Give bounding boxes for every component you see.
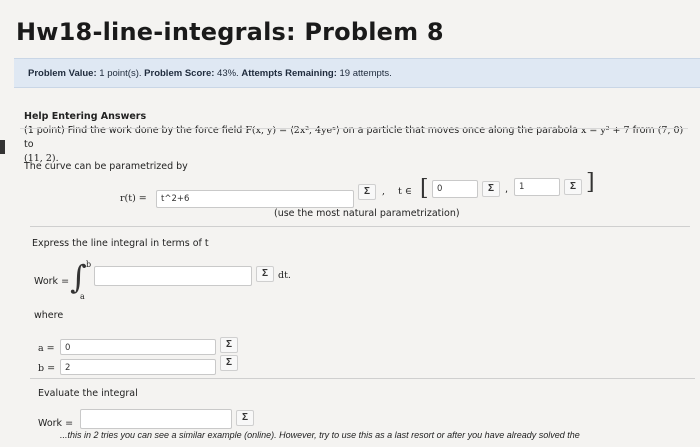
a-input[interactable]: 0 <box>60 339 216 355</box>
attempts-label: Attempts Remaining: <box>241 68 337 79</box>
edge-marker <box>0 140 5 154</box>
divider <box>20 128 688 129</box>
statement-mid: on a particle that moves once along the … <box>339 125 581 136</box>
evaluate-text: Evaluate the integral <box>38 388 138 399</box>
a-label: a = <box>38 343 55 354</box>
comma: , <box>382 186 386 197</box>
problem-statement: (1 point) Find the work done by the forc… <box>24 124 684 166</box>
express-text: Express the line integral in terms of t <box>32 238 209 249</box>
param-text: The curve can be parametrized by <box>24 161 188 172</box>
t-end-input[interactable]: 1 <box>514 178 560 196</box>
sigma-icon[interactable]: Σ <box>220 337 238 353</box>
score-text: 43%. <box>217 68 239 79</box>
comma: , <box>505 184 509 195</box>
b-input[interactable]: 2 <box>60 359 216 375</box>
upper-limit: b <box>86 260 92 269</box>
t-start-input[interactable]: 0 <box>432 180 478 198</box>
sigma-icon[interactable]: Σ <box>256 266 274 282</box>
sigma-icon[interactable]: Σ <box>358 184 376 200</box>
work-label: Work = <box>34 276 70 287</box>
attempts-text: 19 attempts. <box>339 68 392 79</box>
help-entering-answers-link[interactable]: Help Entering Answers <box>24 111 146 122</box>
hint-note: ...this in 2 tries you can see a similar… <box>60 430 580 440</box>
r-input[interactable]: t^2+6 <box>156 190 354 208</box>
param-hint: (use the most natural parametrization) <box>274 208 460 219</box>
statement-from: from <box>629 125 658 136</box>
final-work-label: Work = <box>38 418 74 429</box>
sigma-icon[interactable]: Σ <box>564 179 582 195</box>
from-point: (7, 0) <box>657 125 684 136</box>
divider <box>30 226 690 227</box>
statement-to: to <box>24 139 34 150</box>
right-bracket: ] <box>586 170 595 195</box>
score-label: Problem Score: <box>144 68 215 79</box>
sigma-icon[interactable]: Σ <box>236 410 254 426</box>
integral-sign: ∫ <box>70 258 87 296</box>
sigma-icon[interactable]: Σ <box>220 355 238 371</box>
integrand-input[interactable] <box>94 266 252 286</box>
t-label: t ∈ <box>398 186 412 197</box>
force-field: F(x, y) = ⟨2x², 4yeˣ⟩ <box>245 125 340 136</box>
b-label: b = <box>38 363 56 374</box>
dt-label: dt. <box>278 270 291 281</box>
where-label: where <box>34 310 64 321</box>
sigma-icon[interactable]: Σ <box>482 181 500 197</box>
page-title: Hw18-line-integrals: Problem 8 <box>16 18 444 46</box>
lower-limit: a <box>80 292 85 301</box>
problem-info-bar: Problem Value: 1 point(s). Problem Score… <box>14 58 700 88</box>
final-work-input[interactable] <box>80 409 232 429</box>
divider <box>30 378 695 379</box>
parabola: x = y² + 7 <box>580 125 630 136</box>
value-label: Problem Value: <box>28 68 97 79</box>
statement-prefix: (1 point) Find the work done by the forc… <box>24 125 246 136</box>
value-text: 1 point(s). <box>99 68 142 79</box>
left-bracket: [ <box>420 176 429 201</box>
r-label: r(t) = <box>120 193 147 204</box>
